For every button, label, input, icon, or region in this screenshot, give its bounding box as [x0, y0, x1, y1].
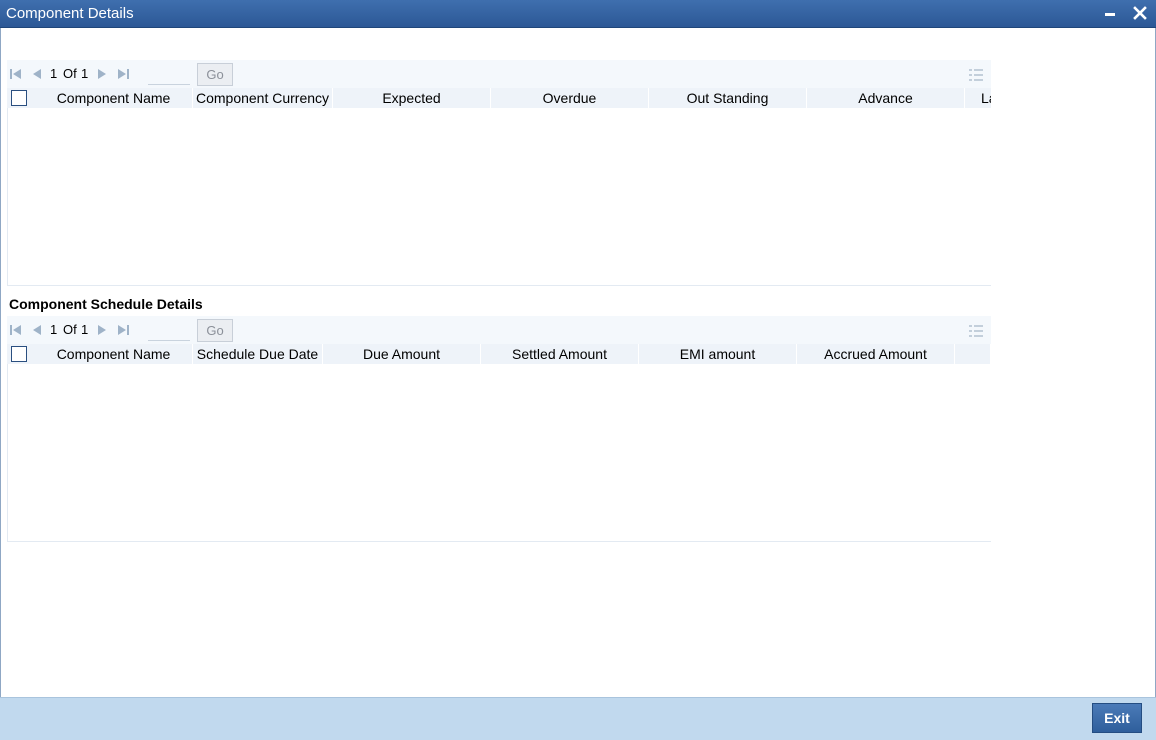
first-page-icon[interactable]: [10, 68, 22, 80]
window-title: Component Details: [6, 5, 134, 22]
schedule-grid-header: Component Name Schedule Due Date Due Amo…: [7, 344, 991, 364]
column-settings-icon[interactable]: [969, 324, 983, 338]
column-header[interactable]: Expected: [333, 88, 491, 108]
column-header[interactable]: Out Standing: [649, 88, 807, 108]
page-number-input[interactable]: [148, 321, 190, 341]
first-page-icon[interactable]: [10, 324, 22, 336]
current-page: 1: [50, 66, 58, 81]
schedule-grid-toolbar: 1 Of 1 Go: [7, 316, 991, 344]
last-page-icon[interactable]: [117, 68, 129, 80]
footer-bar: [0, 697, 1156, 740]
column-header[interactable]: Accrued Amount: [797, 344, 955, 364]
schedule-grid-body: [7, 364, 991, 542]
column-header[interactable]: Component Currency: [193, 88, 333, 108]
previous-page-icon[interactable]: [31, 324, 43, 336]
previous-page-icon[interactable]: [31, 68, 43, 80]
column-header[interactable]: Schedule Due Date: [193, 344, 323, 364]
total-pages: 1: [81, 322, 89, 337]
column-header[interactable]: Settled Amount: [481, 344, 639, 364]
column-header[interactable]: EMI amount: [639, 344, 797, 364]
column-header[interactable]: La: [965, 88, 991, 108]
close-icon[interactable]: [1131, 4, 1149, 22]
title-bar: Component Details: [0, 0, 1156, 28]
next-page-icon[interactable]: [96, 68, 108, 80]
component-grid-header: Component Name Component Currency Expect…: [7, 88, 991, 108]
column-header[interactable]: Component Name: [35, 88, 193, 108]
current-page: 1: [50, 322, 58, 337]
exit-button[interactable]: Exit: [1092, 703, 1142, 733]
section-title: Component Schedule Details: [9, 296, 203, 312]
column-header[interactable]: Advance: [807, 88, 965, 108]
select-all-checkbox[interactable]: [11, 346, 27, 362]
last-page-icon[interactable]: [117, 324, 129, 336]
of-label: Of: [63, 66, 77, 81]
component-grid-toolbar: 1 Of 1 Go: [7, 60, 991, 88]
go-button[interactable]: Go: [197, 63, 233, 86]
total-pages: 1: [81, 66, 89, 81]
column-header[interactable]: Overdue: [491, 88, 649, 108]
column-header[interactable]: [955, 344, 991, 364]
next-page-icon[interactable]: [96, 324, 108, 336]
column-settings-icon[interactable]: [969, 68, 983, 82]
select-all-checkbox[interactable]: [11, 90, 27, 106]
column-header[interactable]: Due Amount: [323, 344, 481, 364]
component-grid-body: [7, 108, 991, 286]
page-number-input[interactable]: [148, 65, 190, 85]
of-label: Of: [63, 322, 77, 337]
minimize-icon[interactable]: [1101, 4, 1119, 22]
column-header[interactable]: Component Name: [35, 344, 193, 364]
go-button[interactable]: Go: [197, 319, 233, 342]
